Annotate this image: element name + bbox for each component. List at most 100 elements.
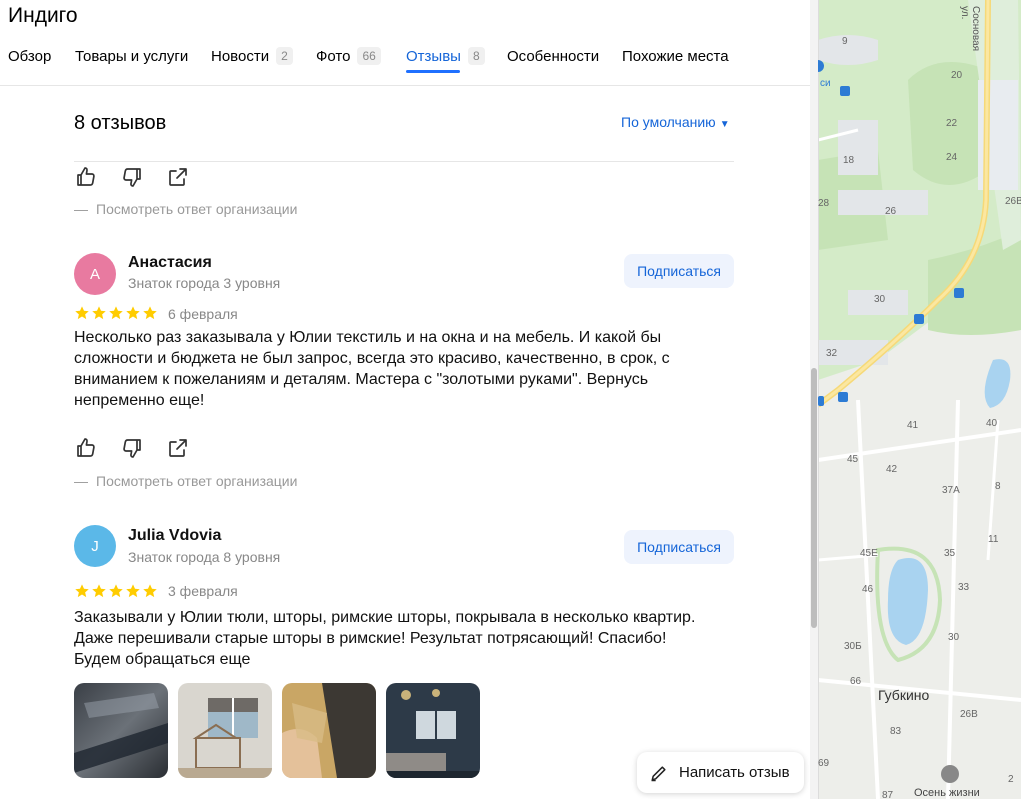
house-number: 69 [818,758,830,769]
tab-similar-places[interactable]: Похожие места [622,46,729,66]
organization-panel: Индиго Обзор Товары и услуги Новости 2 Фо… [0,0,810,799]
star-icon [75,306,89,320]
review-card: J Julia Vdovia Знаток города 8 уровня По… [74,525,736,675]
house-number: 30Б [844,641,862,652]
tab-label: Фото [316,47,351,65]
review-text: Несколько раз заказывала у Юлии текстиль… [74,329,670,409]
star-icon [126,584,140,598]
tab-reviews[interactable]: Отзывы 8 [406,46,485,66]
house-number: 41 [907,420,919,431]
divider [74,161,734,162]
house-number: 87 [882,790,894,799]
dislike-button[interactable] [120,434,166,462]
review-card: А Анастасия Знаток города 3 уровня Подпи… [74,253,736,423]
view-org-answer-link[interactable]: — Посмотреть ответ организации [74,201,297,217]
star-icon [92,584,106,598]
photo-fabric-sample [282,683,376,778]
view-org-answer-link[interactable]: — Посмотреть ответ организации [74,473,297,489]
review-author[interactable]: Julia Vdovia [128,527,221,545]
house-number: 42 [886,464,898,475]
tab-label: Похожие места [622,47,729,65]
house-number: 26 [885,206,897,217]
house-number: 33 [958,582,970,593]
tab-features[interactable]: Особенности [507,46,599,66]
share-button[interactable] [166,434,212,462]
house-number: 8 [995,481,1001,492]
house-number: 20 [951,70,963,81]
review-photo[interactable] [178,683,272,778]
tab-label: Особенности [507,47,600,65]
house-number: 22 [946,118,958,129]
caret-down-icon: ▼ [719,119,730,130]
house-number: 26В [960,709,978,720]
tab-bar: Обзор Товары и услуги Новости 2 Фото 66 От… [0,40,810,86]
tab-count-badge: 66 [357,47,381,65]
answer-link-label: Посмотреть ответ организации [96,473,298,489]
star-icon [126,306,140,320]
review-actions [74,434,212,462]
pencil-icon [651,765,666,781]
share-icon [169,439,187,457]
tab-overview[interactable]: Обзор [8,46,51,66]
house-number: 28 [818,198,830,209]
review-text: Заказывали у Юлии тюли, шторы, римские ш… [74,609,696,668]
write-review-button[interactable]: Написать отзыв [637,752,804,793]
write-review-label: Написать отзыв [679,764,790,781]
sort-label: По умолчанию [621,114,716,130]
subscribe-button[interactable]: Подписаться [624,530,734,564]
house-number: 2 [1008,774,1014,785]
active-tab-indicator [406,70,460,73]
review-photo[interactable] [386,683,480,778]
house-number: 45Е [860,548,878,559]
review-photo[interactable] [74,683,168,778]
house-number: 35 [944,548,956,559]
thumbs-up-icon [77,438,95,457]
tab-news[interactable]: Новости 2 [211,46,293,66]
scrollbar-thumb[interactable] [811,368,817,628]
subscribe-button[interactable]: Подписаться [624,254,734,288]
share-icon [169,168,187,186]
house-number: 24 [946,152,958,163]
house-number: 30 [948,632,960,643]
review-date: 6 февраля [168,306,238,322]
reviews-count-title: 8 отзывов [74,112,167,134]
house-number: 9 [842,36,848,47]
rating-stars [74,583,158,599]
like-button[interactable] [74,434,120,462]
star-icon [143,306,157,320]
tab-label: Новости [211,47,270,65]
dash: — [74,473,88,489]
tab-products-services[interactable]: Товары и услуги [75,46,188,66]
rating-stars [74,305,158,321]
tab-label: Товары и услуги [75,47,189,65]
organization-title: Индиго [8,4,78,27]
avatar[interactable]: J [74,525,116,567]
house-number: 26В [1005,196,1021,207]
review-actions [74,163,212,191]
thumbs-down-icon [123,439,141,458]
star-icon [109,584,123,598]
review-photo[interactable] [282,683,376,778]
house-number: 11 [988,534,999,545]
poi-label[interactable]: Осень жизни [914,787,980,799]
star-icon [109,306,123,320]
house-number: 45 [847,454,859,465]
sort-dropdown[interactable]: По умолчанию ▼ [621,114,730,130]
review-author-level: Знаток города 3 уровня [128,275,281,291]
tab-photos[interactable]: Фото 66 [316,46,381,66]
review-author-level: Знаток города 8 уровня [128,549,281,565]
avatar[interactable]: А [74,253,116,295]
house-number: 83 [890,726,902,737]
tab-count-badge: 8 [467,47,485,65]
tab-count-badge: 2 [276,47,293,65]
panel-scrollbar[interactable] [810,0,818,799]
house-number: 37А [942,485,960,496]
like-button[interactable] [74,163,120,191]
review-author[interactable]: Анастасия [128,254,212,272]
dislike-button[interactable] [120,163,166,191]
share-button[interactable] [166,163,212,191]
map-view[interactable]: Сосновая ул. си 9 20 22 18 24 28 26 26В … [818,0,1021,799]
house-number: 40 [986,418,998,429]
house-number: 30 [874,294,886,305]
photo-dark-bedroom [386,683,480,778]
